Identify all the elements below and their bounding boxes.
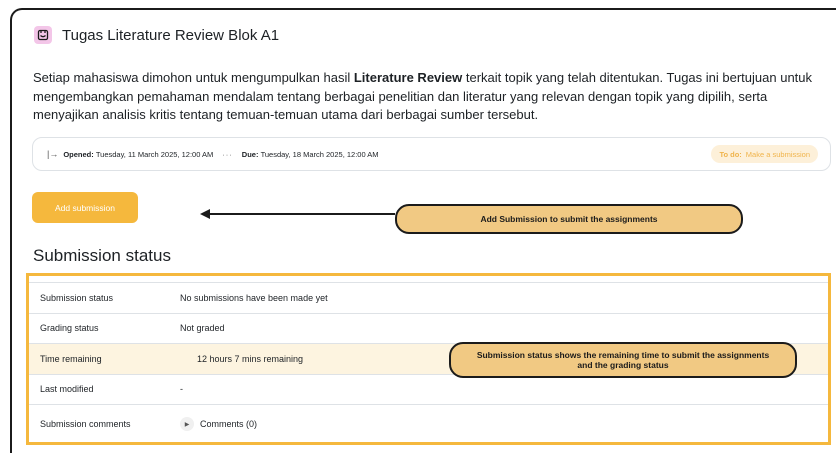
add-submission-button[interactable]: Add submission — [32, 192, 138, 223]
row-value: No submissions have been made yet — [180, 292, 328, 303]
row-label: Time remaining — [40, 353, 102, 364]
todo-value: Make a submission — [745, 149, 810, 159]
row-label: Last modified — [40, 384, 94, 395]
due-date: Tuesday, 18 March 2025, 12:00 AM — [260, 149, 379, 159]
row-label: Submission comments — [40, 419, 131, 429]
assignment-title: Tugas Literature Review Blok A1 — [62, 26, 280, 44]
annotation-arrow — [200, 209, 395, 219]
table-row: Submission status No submissions have be… — [29, 283, 828, 314]
table-row: Grading status Not graded — [29, 314, 828, 344]
arrow-into-bar-icon: |→ — [47, 149, 59, 159]
row-value: Not graded — [180, 323, 225, 334]
triangle-right-icon: ▶ — [180, 417, 194, 431]
table-row: Last modified - — [29, 375, 828, 405]
description-text-start: Setiap mahasiswa dimohon untuk mengumpul… — [33, 70, 354, 85]
add-submission-callout: Add Submission to submit the assignments — [395, 204, 743, 234]
assignment-description: Setiap mahasiswa dimohon untuk mengumpul… — [33, 69, 823, 125]
assignment-icon — [34, 26, 52, 44]
opened-date: Tuesday, 11 March 2025, 12:00 AM — [95, 149, 214, 159]
status-callout: Submission status shows the remaining ti… — [449, 342, 797, 378]
assignment-header: Tugas Literature Review Blok A1 — [34, 26, 279, 44]
row-value: - — [180, 384, 183, 395]
table-row: Submission comments ▶ Comments (0) — [29, 405, 828, 443]
opened-label: Opened: — [63, 149, 94, 159]
todo-badge: To do: Make a submission — [711, 145, 818, 163]
due-label: Due: — [241, 149, 259, 159]
date-separator: ··· — [222, 149, 233, 159]
activity-dates: |→ Opened: Tuesday, 11 March 2025, 12:00… — [32, 137, 831, 171]
comments-toggle[interactable]: ▶ Comments (0) — [180, 417, 257, 431]
submission-status-heading: Submission status — [33, 246, 171, 265]
row-label: Grading status — [40, 323, 99, 334]
row-label: Submission status — [40, 292, 114, 303]
todo-label: To do: — [719, 149, 742, 159]
description-bold-term: Literature Review — [353, 70, 463, 85]
comments-link[interactable]: Comments (0) — [200, 419, 257, 429]
row-value: 12 hours 7 mins remaining — [197, 353, 304, 364]
